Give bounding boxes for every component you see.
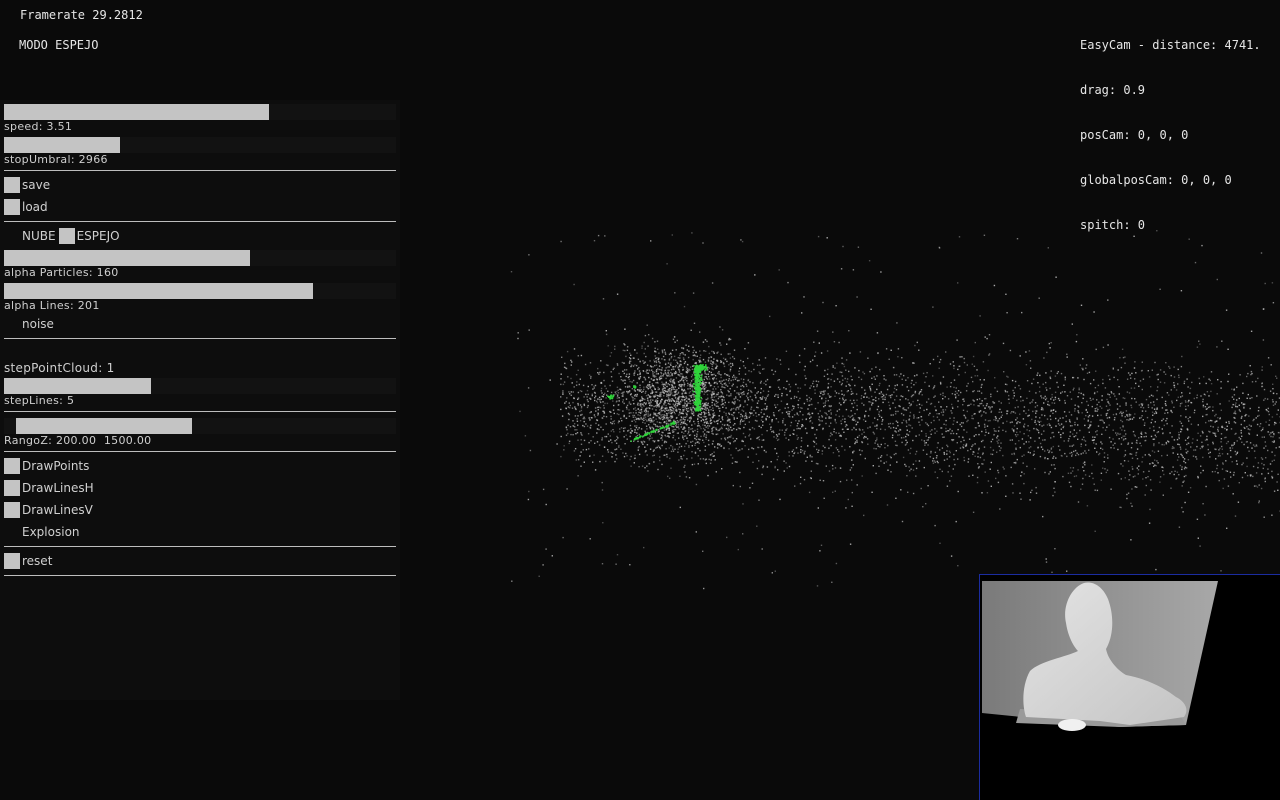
mode-toggle-right-label: ESPEJO	[76, 229, 120, 243]
alpha-lines-slider[interactable]	[4, 283, 396, 299]
load-checkbox[interactable]	[4, 199, 20, 215]
speed-slider[interactable]	[4, 104, 396, 120]
control-panel: speed: 3.51 stopUmbral: 2966 save load N…	[0, 100, 400, 700]
depth-camera-preview	[979, 574, 1280, 800]
camera-distance: EasyCam - distance: 4741.	[1080, 38, 1261, 52]
camera-position: posCam: 0, 0, 0	[1080, 128, 1189, 142]
draw-lines-v-toggle[interactable]: DrawLinesV	[4, 502, 93, 518]
point-cloud	[510, 230, 1280, 590]
draw-points-toggle[interactable]: DrawPoints	[4, 458, 89, 474]
step-lines-slider[interactable]	[4, 378, 396, 394]
step-lines-label: stepLines: 5	[4, 394, 75, 407]
draw-lines-h-toggle[interactable]: DrawLinesH	[4, 480, 94, 496]
noise-checkbox[interactable]	[4, 316, 20, 332]
camera-drag: drag: 0.9	[1080, 83, 1146, 97]
divider	[4, 170, 396, 171]
step-point-cloud-label: stepPointCloud: 1	[4, 361, 115, 375]
noise-toggle[interactable]: noise	[4, 316, 54, 332]
rango-z-label: RangoZ: 200.00 1500.00	[4, 434, 152, 447]
alpha-lines-label: alpha Lines: 201	[4, 299, 100, 312]
divider	[4, 221, 396, 222]
reset-button[interactable]: reset	[4, 553, 52, 569]
explosion-label: Explosion	[22, 525, 80, 539]
save-label: save	[22, 178, 51, 192]
explosion-toggle[interactable]: Explosion	[4, 524, 80, 540]
draw-points-label: DrawPoints	[22, 459, 90, 473]
draw-lines-h-checkbox[interactable]	[4, 480, 20, 496]
stop-umbral-label: stopUmbral: 2966	[4, 153, 108, 166]
mode-toggle-left-label: NUBE	[22, 229, 56, 243]
alpha-particles-slider[interactable]	[4, 250, 396, 266]
divider	[4, 451, 396, 452]
mode-toggle[interactable]: NUBE ESPEJO	[22, 228, 120, 244]
camera-global-position: globalposCam: 0, 0, 0	[1080, 173, 1232, 187]
load-button[interactable]: load	[4, 199, 48, 215]
draw-points-checkbox[interactable]	[4, 458, 20, 474]
speed-label: speed: 3.51	[4, 120, 73, 133]
camera-info: EasyCam - distance: 4741. drag: 0.9 posC…	[1080, 8, 1261, 248]
save-checkbox[interactable]	[4, 177, 20, 193]
divider	[4, 546, 396, 547]
framerate-readout: Framerate 29.2812	[20, 8, 143, 22]
reset-checkbox[interactable]	[4, 553, 20, 569]
divider	[4, 338, 396, 339]
depth-hand	[1058, 719, 1086, 731]
draw-lines-h-label: DrawLinesH	[22, 481, 94, 495]
noise-label: noise	[22, 317, 54, 331]
stop-umbral-slider[interactable]	[4, 137, 396, 153]
depth-image	[980, 575, 1280, 800]
mode-readout: MODO ESPEJO	[19, 38, 99, 52]
rango-z-range-slider[interactable]	[4, 418, 396, 434]
reset-label: reset	[22, 554, 53, 568]
alpha-particles-label: alpha Particles: 160	[4, 266, 119, 279]
draw-lines-v-checkbox[interactable]	[4, 502, 20, 518]
camera-pitch: spitch: 0	[1080, 218, 1146, 232]
divider	[4, 575, 396, 576]
divider	[4, 411, 396, 412]
mode-toggle-switch[interactable]	[58, 228, 75, 244]
save-button[interactable]: save	[4, 177, 50, 193]
draw-lines-v-label: DrawLinesV	[22, 503, 93, 517]
explosion-checkbox[interactable]	[4, 524, 20, 540]
load-label: load	[22, 200, 48, 214]
